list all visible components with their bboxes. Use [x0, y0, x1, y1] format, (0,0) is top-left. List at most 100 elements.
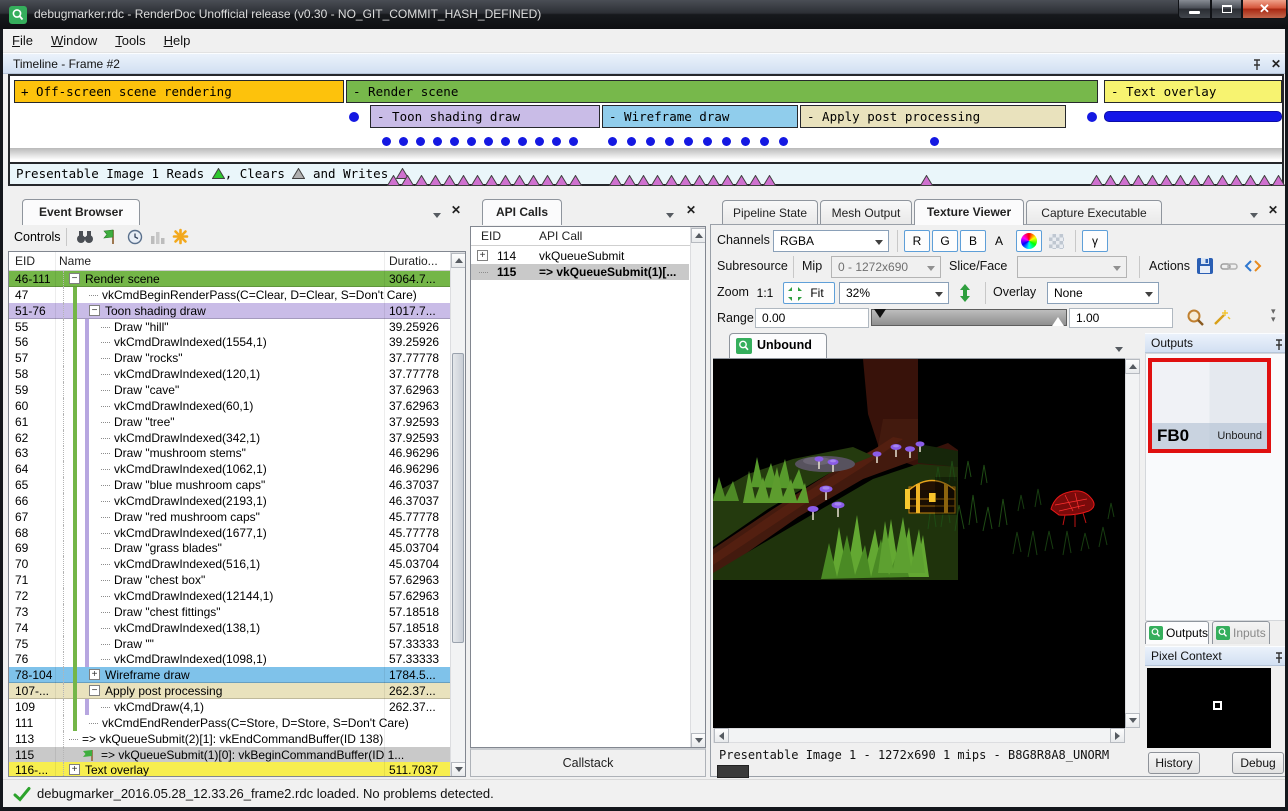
tab-unbound-texture[interactable]: Unbound	[729, 333, 827, 358]
scroll-up-icon[interactable]	[451, 253, 466, 268]
timeline-event-dot[interactable]	[722, 137, 731, 146]
history-button[interactable]: History	[1148, 752, 1200, 774]
scroll-down-icon[interactable]	[1125, 713, 1140, 728]
timeline-bar-apply-post-processing[interactable]: - Apply post processing	[800, 105, 1066, 128]
api-call-row[interactable]: +114vkQueueSubmit	[471, 248, 689, 264]
col-api-call[interactable]: API Call	[539, 229, 582, 243]
texture-panel-close-icon[interactable]: ✕	[1268, 203, 1278, 217]
timeline-event-dot[interactable]	[1087, 112, 1097, 122]
timeline-event-dot[interactable]	[552, 137, 561, 146]
zoom-fit-button[interactable]: Fit	[783, 282, 835, 304]
api-calls-close-icon[interactable]: ✕	[686, 203, 696, 217]
timeline-event-dot[interactable]	[518, 137, 527, 146]
range-max-field[interactable]: 1.00	[1069, 308, 1173, 328]
minimize-button[interactable]	[1178, 0, 1211, 19]
usage-strip-canvas[interactable]: Presentable Image 1 Reads , Clears and W…	[8, 162, 1284, 186]
expand-icon[interactable]: +	[89, 669, 100, 680]
pin-icon[interactable]	[1251, 58, 1263, 71]
col-eid[interactable]: EID	[15, 254, 35, 268]
menu-tools[interactable]: Tools	[106, 29, 154, 48]
timeline-bar-toon-shading-draw[interactable]: - Toon shading draw	[370, 105, 600, 128]
scroll-thumb[interactable]	[452, 353, 464, 643]
tab-api-calls[interactable]: API Calls	[482, 199, 562, 225]
timeline-event-dot[interactable]	[665, 137, 674, 146]
mip-select[interactable]: 0 - 1272x690	[831, 256, 941, 278]
timeline-event-dot[interactable]	[608, 137, 617, 146]
pin-icon[interactable]	[1273, 338, 1285, 351]
tab-capture-executable[interactable]: Capture Executable	[1026, 200, 1162, 225]
zoom-range-icon[interactable]	[1186, 308, 1206, 328]
timeline-event-dot[interactable]	[416, 137, 425, 146]
timeline-event-dot[interactable]	[779, 137, 788, 146]
timeline-event-dot[interactable]	[433, 137, 442, 146]
bookmark-flag-icon[interactable]	[102, 228, 118, 246]
timeline-event-dot[interactable]	[684, 137, 693, 146]
close-button[interactable]: ✕	[1242, 0, 1287, 19]
debug-button[interactable]: Debug	[1232, 752, 1284, 774]
timeline-event-dot[interactable]	[627, 137, 636, 146]
menu-help[interactable]: Help	[155, 29, 200, 48]
timeline-event-dot[interactable]	[467, 137, 476, 146]
event-browser-close-icon[interactable]: ✕	[451, 203, 461, 217]
flip-y-button[interactable]	[953, 282, 977, 304]
viewport-hscrollbar[interactable]	[713, 728, 1125, 743]
timeline-event-dot[interactable]	[646, 137, 655, 146]
timeline-bar-off-screen-scene-rendering[interactable]: + Off-screen scene rendering	[14, 80, 344, 103]
range-black-handle[interactable]	[874, 309, 886, 318]
timeline-event-dot[interactable]	[930, 137, 939, 146]
timeline-activity-bar[interactable]	[1104, 111, 1282, 122]
tab-event-browser[interactable]: Event Browser	[22, 199, 140, 225]
channel-blue-button[interactable]: B	[960, 230, 986, 252]
menu-window[interactable]: Window	[42, 29, 106, 48]
channel-alpha-button[interactable]: A	[988, 230, 1010, 252]
texture-panel-menu-icon[interactable]	[1250, 205, 1258, 223]
toolbar-overflow-icon[interactable]: ▾▾	[1271, 307, 1276, 323]
zoom-1to1-button[interactable]: 1:1	[751, 282, 779, 304]
channel-red-button[interactable]: R	[904, 230, 930, 252]
slice-face-select[interactable]	[1017, 256, 1127, 278]
pin-icon[interactable]	[1273, 651, 1285, 664]
timeline-event-dot[interactable]	[382, 137, 391, 146]
viewport-vscrollbar[interactable]	[1125, 358, 1140, 728]
timeline-event-dot[interactable]	[399, 137, 408, 146]
timeline-event-dot[interactable]	[760, 137, 769, 146]
timeline-event-dot[interactable]	[535, 137, 544, 146]
col-duration[interactable]: Duratio...	[389, 254, 438, 268]
timeline-event-dot[interactable]	[484, 137, 493, 146]
timeline-event-dot[interactable]	[703, 137, 712, 146]
save-icon[interactable]	[1195, 256, 1215, 276]
find-event-icon[interactable]	[76, 229, 94, 245]
timeline-bar-text-overlay[interactable]: - Text overlay	[1104, 80, 1282, 103]
col-name[interactable]: Name	[59, 254, 91, 268]
collapse-icon[interactable]: −	[69, 273, 80, 284]
scroll-left-icon[interactable]	[714, 728, 729, 743]
texture-viewport[interactable]	[713, 358, 1125, 728]
scroll-down-icon[interactable]	[691, 733, 706, 748]
texture-preview-scene[interactable]	[713, 359, 1125, 729]
callstack-section[interactable]: Callstack	[470, 748, 706, 777]
timeline-bar-render-scene[interactable]: - Render scene	[346, 80, 1098, 103]
api-call-row[interactable]: 115=> vkQueueSubmit(1)[...	[471, 264, 689, 280]
menu-file[interactable]: File	[3, 29, 42, 48]
channels-select[interactable]: RGBA	[773, 230, 889, 252]
timeline-event-dot[interactable]	[569, 137, 578, 146]
timeline-event-dot[interactable]	[741, 137, 750, 146]
collapse-icon[interactable]: −	[89, 685, 100, 696]
col-eid[interactable]: EID	[481, 229, 501, 243]
scroll-up-icon[interactable]	[691, 228, 706, 243]
timeline-bar-wireframe-draw[interactable]: - Wireframe draw	[602, 105, 798, 128]
time-draws-icon[interactable]	[127, 229, 143, 245]
event-browser-menu-icon[interactable]	[433, 205, 441, 223]
range-slider[interactable]	[871, 309, 1067, 326]
api-calls-scrollbar[interactable]	[690, 227, 706, 748]
event-browser-scrollbar[interactable]	[450, 252, 466, 777]
timeline-event-dot[interactable]	[450, 137, 459, 146]
scroll-down-icon[interactable]	[451, 762, 466, 777]
tab-mesh-output[interactable]: Mesh Output	[820, 200, 912, 225]
pixel-context-canvas[interactable]	[1147, 668, 1271, 748]
timeline-close-icon[interactable]: ✕	[1271, 57, 1281, 71]
range-white-handle[interactable]	[1052, 317, 1064, 326]
colorwheel-button[interactable]	[1016, 230, 1042, 252]
open-code-icon[interactable]	[1243, 256, 1263, 276]
checkerboard-button[interactable]	[1044, 230, 1068, 252]
